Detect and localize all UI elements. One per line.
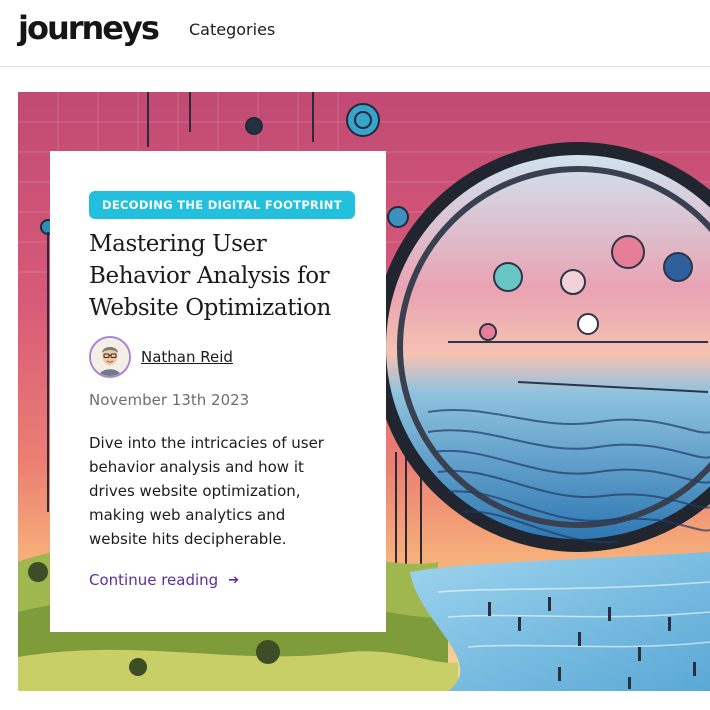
continue-reading-link[interactable]: Continue reading ➔ (89, 571, 239, 589)
user-avatar-icon[interactable] (89, 336, 131, 378)
arrow-right-icon: ➔ (228, 572, 240, 588)
category-badge[interactable]: DECODING THE DIGITAL FOOTPRINT (89, 191, 355, 219)
article-title[interactable]: Mastering User Behavior Analysis for Web… (89, 228, 347, 324)
article-card: DECODING THE DIGITAL FOOTPRINT Mastering… (50, 151, 386, 632)
site-logo[interactable]: journeys (18, 6, 160, 50)
author-row: Nathan Reid (89, 336, 347, 378)
publish-date: November 13th 2023 (89, 391, 250, 409)
site-header: journeys Categories (0, 0, 710, 67)
continue-reading-label: Continue reading (89, 571, 219, 589)
nav-categories-link[interactable]: Categories (189, 19, 275, 41)
author-name-link[interactable]: Nathan Reid (141, 348, 233, 366)
avatar-portrait (91, 338, 129, 376)
article-excerpt: Dive into the intricacies of user behavi… (89, 434, 324, 548)
